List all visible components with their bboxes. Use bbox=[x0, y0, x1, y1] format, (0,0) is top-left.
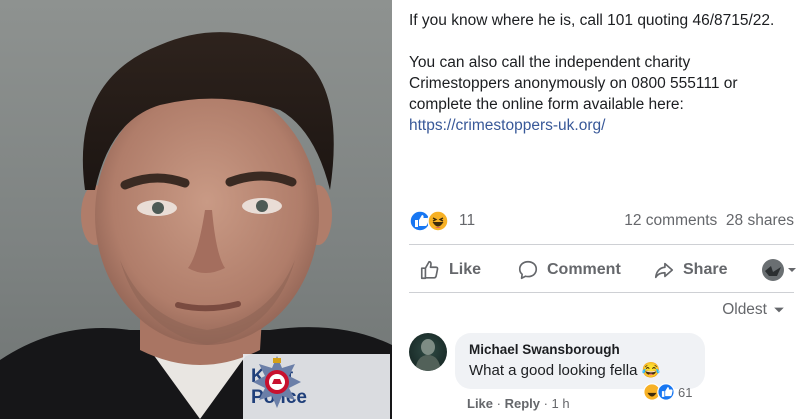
kent-police-crest-icon bbox=[253, 356, 301, 408]
share-label: Share bbox=[683, 261, 728, 278]
mugshot-photo: Kent Police bbox=[0, 0, 392, 419]
haha-reaction-icon bbox=[427, 210, 449, 232]
post-body: If you know where he is, call 101 quotin… bbox=[409, 10, 794, 157]
facebook-post: If you know where he is, call 101 quotin… bbox=[392, 0, 800, 419]
post-paragraph-1: If you know where he is, call 101 quotin… bbox=[409, 12, 775, 29]
commenter-avatar[interactable] bbox=[409, 333, 447, 371]
reaction-count[interactable]: 11 bbox=[459, 212, 475, 230]
comment-react-count: 61 bbox=[678, 384, 693, 400]
sort-label: Oldest bbox=[722, 301, 767, 318]
comment-reactions[interactable]: 61 bbox=[643, 383, 692, 401]
comment-reply-link[interactable]: Reply bbox=[505, 396, 540, 411]
comment-time[interactable]: 1 h bbox=[552, 396, 570, 411]
comment-text: What a good looking fella 😂 bbox=[469, 362, 661, 379]
dropdown-arrow-icon bbox=[788, 268, 796, 272]
comment-bubble: Michael Swansborough What a good looking… bbox=[455, 333, 705, 389]
post-paragraph-2: You can also call the independent charit… bbox=[409, 52, 794, 136]
profile-switch-icon bbox=[762, 259, 784, 281]
reaction-icons[interactable] bbox=[409, 210, 449, 232]
chevron-down-icon bbox=[774, 307, 784, 313]
meta-sep-2: · bbox=[539, 396, 552, 411]
like-reaction-icon bbox=[657, 383, 675, 401]
post-stats: 12 comments 28 shares bbox=[624, 212, 794, 230]
avatar-image bbox=[415, 339, 441, 371]
reactions-summary: 11 12 comments 28 shares bbox=[409, 210, 794, 234]
post-actions: Like Comment Share bbox=[409, 255, 796, 287]
crimestoppers-link[interactable]: https://crimestoppers-uk.org/ bbox=[409, 117, 605, 134]
divider-top bbox=[409, 244, 794, 245]
comments-count[interactable]: 12 comments bbox=[624, 212, 717, 229]
meta-sep-1: · bbox=[493, 396, 505, 411]
kent-police-badge: Kent Police bbox=[243, 354, 390, 419]
comment-meta: Like · Reply · 1 h bbox=[467, 396, 570, 411]
post-paragraph-2-text: You can also call the independent charit… bbox=[409, 54, 738, 113]
shares-count[interactable]: 28 shares bbox=[726, 212, 794, 229]
like-button[interactable]: Like bbox=[419, 259, 481, 281]
commenter-name[interactable]: Michael Swansborough bbox=[469, 342, 620, 357]
comment-label: Comment bbox=[547, 261, 621, 278]
like-label: Like bbox=[449, 261, 482, 278]
share-button[interactable]: Share bbox=[653, 259, 727, 281]
thumbs-up-icon bbox=[420, 260, 439, 280]
comment-button[interactable]: Comment bbox=[517, 259, 621, 281]
comment-bubble-icon bbox=[518, 260, 538, 280]
comment-like-link[interactable]: Like bbox=[467, 396, 493, 411]
divider-bottom bbox=[409, 292, 794, 293]
profile-switch-button[interactable] bbox=[761, 258, 800, 282]
share-arrow-icon bbox=[654, 262, 674, 279]
comment-sort-dropdown[interactable]: Oldest bbox=[722, 301, 785, 319]
